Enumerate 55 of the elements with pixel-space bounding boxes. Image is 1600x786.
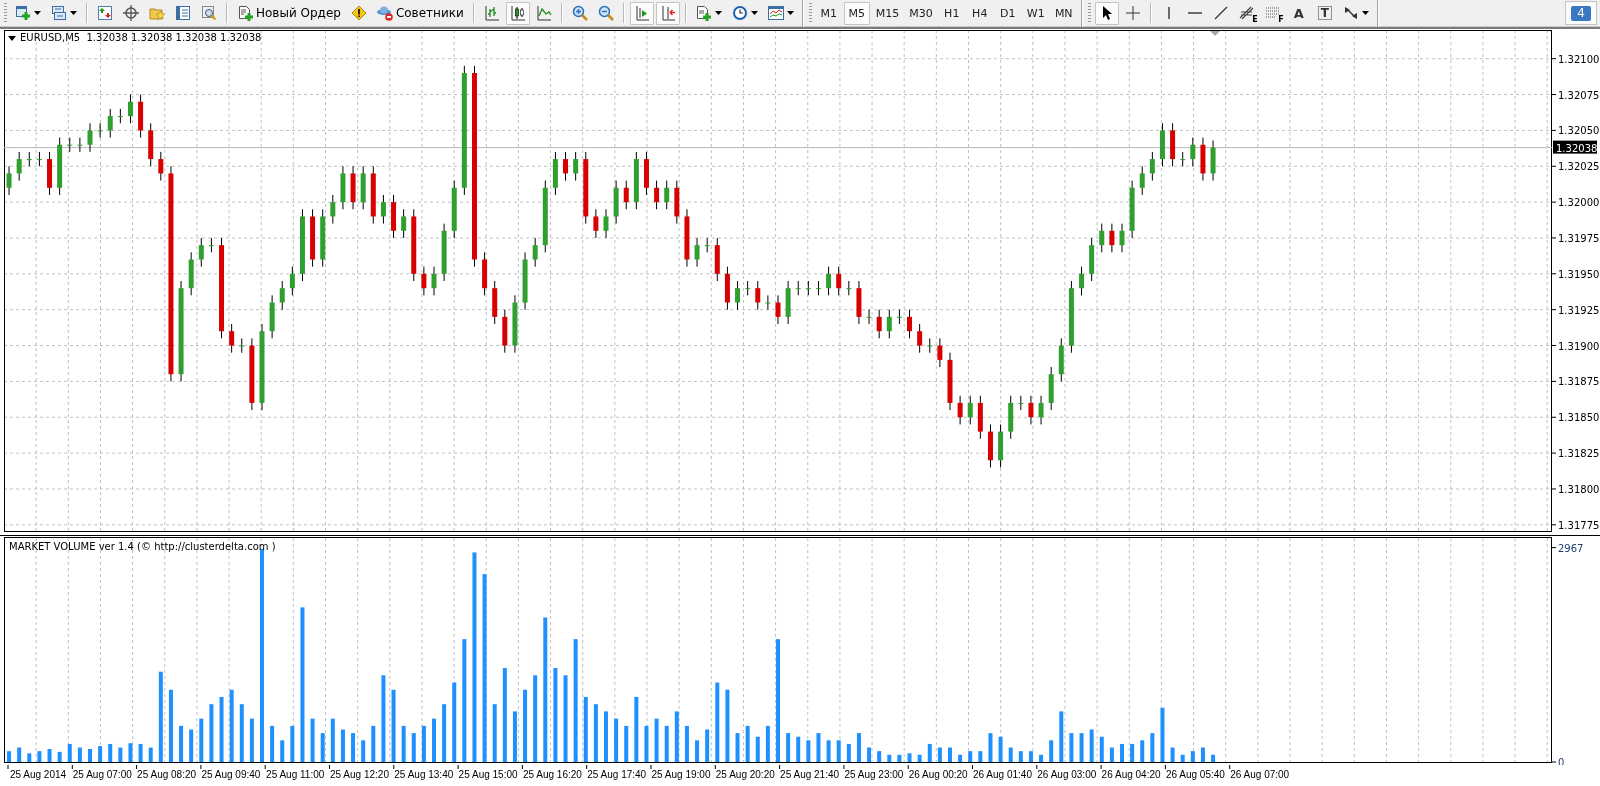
indicator-header: MARKET VOLUME ver 1.4 (© http://clusterdelta.com )	[9, 541, 276, 552]
new-order-button[interactable]: Новый Ордер	[233, 1, 345, 25]
timeframe-button[interactable]: M30	[905, 1, 937, 25]
fibo-expansion-button[interactable]: E	[1234, 1, 1259, 25]
price-axis-label: 1.32000	[1558, 197, 1600, 209]
time-axis-label: 25 Aug 11:00	[266, 769, 325, 780]
price-axis-label: 1.32100	[1558, 53, 1600, 65]
price-axis-label: 1.31950	[1558, 268, 1600, 280]
timeframe-button[interactable]: D1	[994, 1, 1021, 25]
time-axis-label: 25 Aug 21:40	[780, 769, 840, 780]
time-axis-label: 25 Aug 23:00	[844, 769, 904, 780]
time-axis-label: 26 Aug 04:20	[1101, 769, 1161, 780]
time-axis-label: 25 Aug 16:20	[522, 769, 582, 780]
time-axis-label: 26 Aug 05:40	[1165, 769, 1225, 780]
price-axis-label: 1.31850	[1558, 412, 1600, 424]
price-axis-label: 1.31775	[1558, 519, 1600, 531]
fibo-fan-button[interactable]: F	[1260, 1, 1285, 25]
current-price-label: 1.32038	[1553, 140, 1598, 154]
price-axis-label: 1.32075	[1558, 89, 1600, 101]
timeframe-button[interactable]: M15	[871, 1, 904, 25]
time-axis-label: 26 Aug 00:20	[908, 769, 968, 780]
timeframe-button[interactable]: M1	[815, 1, 842, 25]
experts-button[interactable]: Советники	[372, 1, 468, 25]
text-label-button[interactable]: T	[1312, 1, 1337, 25]
time-axis-label: 25 Aug 13:40	[394, 769, 454, 780]
time-axis-label: 25 Aug 17:40	[587, 769, 647, 780]
price-axis-label: 1.31900	[1558, 340, 1600, 352]
price-axis-label: 1.31875	[1558, 376, 1600, 388]
volume-axis-label: 2967	[1558, 542, 1584, 554]
time-axis-label: 25 Aug 15:00	[458, 769, 518, 780]
time-axis-label: 25 Aug 19:00	[651, 769, 711, 780]
chart-header: EURUSD,M5 1.32038 1.32038 1.32038 1.32038	[20, 32, 262, 43]
timeframe-button[interactable]: H1	[938, 1, 965, 25]
price-axis-label: 1.31825	[1558, 448, 1600, 460]
price-axis-label: 1.32025	[1558, 161, 1600, 173]
price-axis-label: 1.31800	[1558, 483, 1600, 495]
price-axis-label: 1.31925	[1558, 304, 1600, 316]
time-axis-label: 25 Aug 12:20	[330, 769, 389, 780]
timeframe-button[interactable]: H4	[966, 1, 993, 25]
notification-button[interactable]: 4	[1565, 1, 1597, 25]
price-axis-label: 1.31975	[1558, 232, 1600, 244]
time-axis-label: 26 Aug 03:00	[1037, 769, 1097, 780]
time-axis-label: 25 Aug 2014	[9, 769, 67, 780]
price-axis-label: 1.32050	[1558, 125, 1600, 137]
time-axis-label: 25 Aug 09:40	[201, 769, 261, 780]
timeframe-button[interactable]: M5	[843, 1, 870, 25]
text-tool-button[interactable]: A	[1286, 1, 1311, 25]
timeframe-button[interactable]: W1	[1022, 1, 1049, 25]
time-axis-label: 25 Aug 07:00	[72, 769, 132, 780]
time-axis-label: 26 Aug 01:40	[973, 769, 1032, 780]
timeframe-button[interactable]: MN	[1050, 1, 1077, 25]
message-badge: 4	[1571, 5, 1591, 21]
time-axis-label: 26 Aug 07:00	[1230, 769, 1290, 780]
time-axis-label: 25 Aug 08:20	[137, 769, 197, 780]
time-axis-label: 25 Aug 20:20	[715, 769, 775, 780]
